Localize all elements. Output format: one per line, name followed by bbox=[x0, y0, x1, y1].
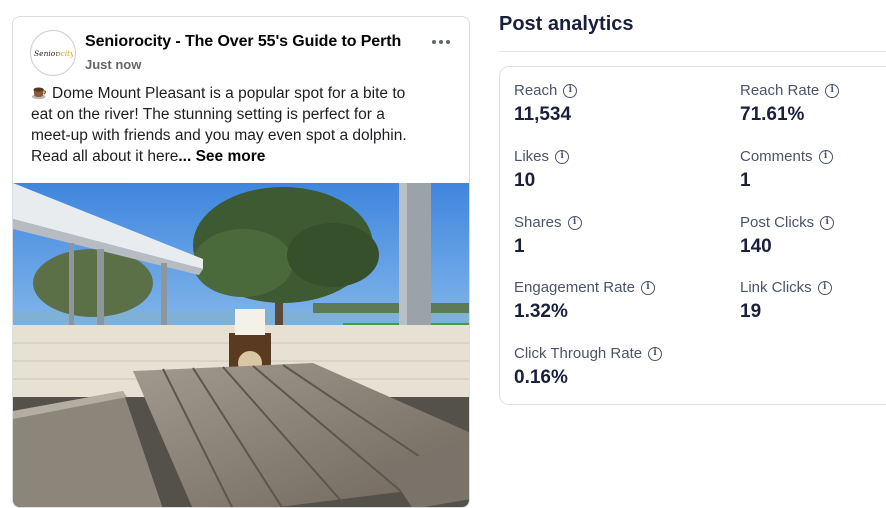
info-icon[interactable]: i bbox=[818, 149, 833, 164]
post-message: Dome Mount Pleasant is a popular spot fo… bbox=[31, 83, 463, 167]
metric-label: Shares bbox=[514, 214, 562, 231]
post-analytics-title: Post analytics bbox=[499, 13, 634, 35]
info-icon[interactable]: i bbox=[820, 215, 835, 230]
metric-click-through-rate: Click Through Rate i 0.16% bbox=[514, 345, 663, 389]
metric-label: Likes bbox=[514, 148, 550, 165]
metric-value: 0.16% bbox=[514, 367, 568, 388]
title-divider bbox=[499, 51, 886, 52]
post-text-line-1: Dome Mount Pleasant is a popular spot fo… bbox=[31, 83, 463, 104]
info-icon[interactable]: i bbox=[640, 280, 655, 295]
metric-engagement-rate: Engagement Rate i 1.32% bbox=[514, 279, 655, 323]
metric-value: 71.61% bbox=[740, 104, 805, 125]
metric-label: Reach Rate bbox=[740, 82, 820, 99]
metric-value: 11,534 bbox=[514, 104, 572, 125]
metric-label: Link Clicks bbox=[740, 279, 812, 296]
page-name-link[interactable]: Seniorocity - The Over 55's Guide to Per… bbox=[85, 33, 401, 51]
post-text-line-3: meet-up with friends and you may even sp… bbox=[31, 127, 407, 144]
page-avatar[interactable]: Senior ocity bbox=[30, 30, 76, 76]
info-icon[interactable]: i bbox=[648, 346, 663, 361]
post-photo[interactable] bbox=[13, 183, 470, 508]
metric-likes: Likes i 10 bbox=[514, 148, 570, 192]
metric-link-clicks: Link Clicks i 19 bbox=[740, 279, 832, 323]
more-options-icon[interactable] bbox=[427, 31, 455, 53]
svg-text:ocity: ocity bbox=[56, 49, 73, 58]
metric-label: Post Clicks bbox=[740, 214, 815, 231]
info-icon[interactable]: i bbox=[555, 149, 570, 164]
info-icon[interactable]: i bbox=[567, 215, 582, 230]
metric-reach-rate: Reach Rate i 71.61% bbox=[740, 82, 840, 126]
analytics-card: Reach i 11,534 Reach Rate i 71.61% Likes i … bbox=[499, 66, 886, 405]
metric-value: 1.32% bbox=[514, 301, 568, 322]
metric-comments: Comments i 1 bbox=[740, 148, 833, 192]
metric-reach: Reach i 11,534 bbox=[514, 82, 578, 126]
coffee-cup-icon bbox=[31, 87, 47, 100]
metric-value: 10 bbox=[514, 170, 536, 191]
post-header: Senior ocity Seniorocity - The Over 55's… bbox=[13, 17, 469, 79]
post-text-line-4-text: Read all about it here bbox=[31, 148, 179, 165]
post-timestamp[interactable]: Just now bbox=[85, 57, 141, 72]
metric-label: Comments bbox=[740, 148, 813, 165]
metric-label: Click Through Rate bbox=[514, 345, 643, 362]
post-text-line-2: eat on the river! The stunning setting i… bbox=[31, 106, 385, 123]
facebook-post-card: Senior ocity Seniorocity - The Over 55's… bbox=[12, 16, 470, 508]
metric-value: 19 bbox=[740, 301, 762, 322]
metric-value: 1 bbox=[514, 236, 525, 257]
seniorocity-logo-icon: Senior ocity bbox=[33, 49, 73, 58]
metric-label: Reach bbox=[514, 82, 558, 99]
metric-value: 1 bbox=[740, 170, 751, 191]
post-text-line-1-text: Dome Mount Pleasant is a popular spot fo… bbox=[52, 85, 406, 102]
info-icon[interactable]: i bbox=[825, 83, 840, 98]
info-icon[interactable]: i bbox=[817, 280, 832, 295]
metric-shares: Shares i 1 bbox=[514, 214, 582, 258]
info-icon[interactable]: i bbox=[563, 83, 578, 98]
post-text-line-4: Read all about it here... See more bbox=[31, 146, 463, 167]
metric-post-clicks: Post Clicks i 140 bbox=[740, 214, 835, 258]
metric-label: Engagement Rate bbox=[514, 279, 635, 296]
see-more-link[interactable]: ... See more bbox=[178, 148, 265, 165]
metric-value: 140 bbox=[740, 236, 772, 257]
